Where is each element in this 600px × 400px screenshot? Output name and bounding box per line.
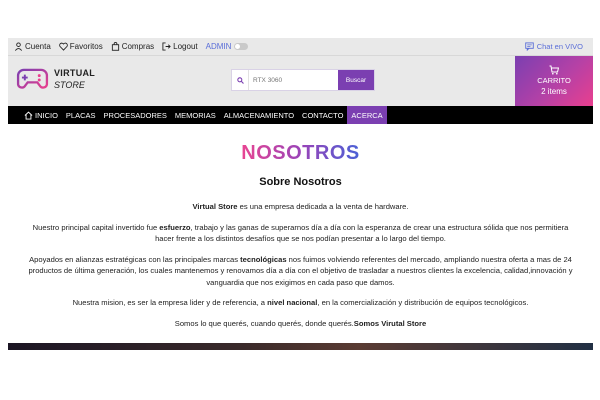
main-nav: INICIO PLACAS PROCESADORES MEMORIAS ALMA…	[8, 106, 593, 124]
admin-label: ADMIN	[205, 42, 232, 51]
highlight-text: nivel nacional	[267, 298, 318, 307]
nav-item-contacto[interactable]: CONTACTO	[298, 106, 347, 124]
nav-label: CONTACTO	[302, 110, 344, 120]
nav-label: PROCESADORES	[103, 110, 167, 120]
logout-icon	[162, 42, 171, 51]
about-section: NOSOTROS Sobre Nosotros Virtual Store es…	[8, 124, 593, 329]
site-header: VIRTUAL STORE Buscar CARRITO 2 items	[8, 55, 593, 106]
nav-label: PLACAS	[65, 110, 96, 120]
paragraph-alliances: Apoyados en alianzas estratégicas con la…	[28, 254, 573, 289]
heart-icon	[59, 42, 68, 51]
highlight-text: esfuerzo	[159, 222, 191, 232]
home-icon	[24, 111, 33, 120]
banner-image-edge	[8, 343, 593, 350]
paragraph-intro: Virtual Store es una empresa dedicada a …	[28, 201, 573, 213]
paragraph-text: Somos lo que querés, cuando querés, dond…	[174, 318, 354, 328]
paragraph-text: , en la comercialización y distribución …	[317, 298, 529, 307]
search-bar: Buscar	[231, 69, 375, 91]
brand-name: Virtual Store	[192, 202, 238, 211]
account-link[interactable]: Cuenta	[14, 42, 51, 51]
favorites-link[interactable]: Favoritos	[59, 42, 103, 51]
nav-item-inicio[interactable]: INICIO	[20, 106, 62, 124]
paragraph-capital: Nuestro principal capital invertido fue …	[28, 222, 573, 245]
favorites-label: Favoritos	[69, 42, 103, 51]
chat-label: Chat en VIVO	[536, 42, 583, 51]
bag-icon	[111, 42, 119, 51]
logout-link[interactable]: Logout	[162, 42, 198, 51]
site-logo[interactable]: VIRTUAL STORE	[16, 66, 95, 91]
nav-label: MEMORIAS	[174, 110, 216, 120]
paragraph-text: , trabajo y las ganas de superarnos día …	[155, 222, 569, 244]
cart-button[interactable]: CARRITO 2 items	[515, 56, 593, 106]
cart-label: CARRITO	[537, 76, 571, 85]
nav-label: ALMACENAMIENTO	[223, 110, 295, 120]
page-title: NOSOTROS	[241, 142, 360, 164]
nav-item-procesadores[interactable]: PROCESADORES	[100, 106, 171, 124]
logout-label: Logout	[173, 42, 198, 51]
cart-count: 2 items	[541, 87, 567, 96]
paragraph-text: es una empresa dedicada a la venta de ha…	[237, 202, 409, 211]
paragraph-text: Nuestro principal capital invertido fue	[32, 222, 160, 232]
purchases-link[interactable]: Compras	[111, 42, 154, 51]
paragraph-text: Apoyados en alianzas estratégicas con la…	[29, 254, 241, 264]
logo-text-virtual: VIRTUAL	[54, 67, 96, 78]
gamepad-logo-icon	[16, 68, 49, 89]
admin-toggle[interactable]: ADMIN	[206, 42, 249, 51]
paragraph-text: Nuestra mision, es ser la empresa lider …	[72, 298, 268, 307]
nav-label: ACERCA	[351, 110, 383, 120]
browser-viewport: Cuenta Favoritos Compras Logout ADMIN Ch…	[8, 38, 593, 350]
section-subtitle: Sobre Nosotros	[259, 176, 342, 188]
paragraph-mission: Nuestra mision, es ser la empresa lider …	[28, 297, 573, 309]
logo-text-store: STORE	[54, 79, 85, 90]
cart-icon	[549, 65, 559, 75]
chat-icon	[524, 42, 534, 51]
account-label: Cuenta	[25, 42, 51, 51]
highlight-text: tecnológicas	[240, 254, 287, 264]
search-button[interactable]: Buscar	[338, 70, 374, 90]
nav-item-almacenamiento[interactable]: ALMACENAMIENTO	[220, 106, 298, 124]
user-icon	[14, 42, 23, 51]
nav-item-placas[interactable]: PLACAS	[62, 106, 100, 124]
purchases-label: Compras	[121, 42, 155, 51]
highlight-text: Somos Virutal Store	[353, 318, 427, 328]
toggle-switch[interactable]	[234, 43, 249, 50]
nav-label: INICIO	[35, 110, 58, 120]
paragraph-slogan: Somos lo que querés, cuando querés, dond…	[28, 318, 573, 330]
nav-item-memorias[interactable]: MEMORIAS	[171, 106, 220, 124]
live-chat-link[interactable]: Chat en VIVO	[524, 42, 583, 51]
utility-bar: Cuenta Favoritos Compras Logout ADMIN Ch…	[8, 38, 593, 55]
search-input[interactable]	[248, 70, 338, 90]
search-icon[interactable]	[232, 70, 248, 90]
nav-item-acerca[interactable]: ACERCA	[347, 106, 387, 124]
